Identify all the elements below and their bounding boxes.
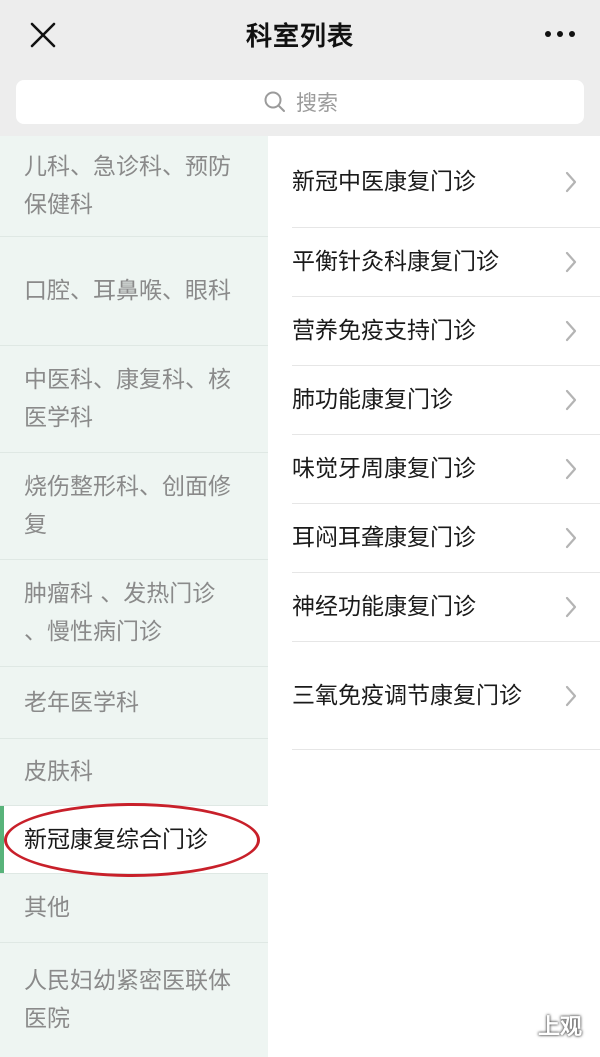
- list-item[interactable]: 三氧免疫调节康复门诊: [292, 642, 600, 750]
- chevron-right-icon: [565, 389, 577, 411]
- watermark: 上观: [502, 1009, 582, 1041]
- list-item[interactable]: 味觉牙周康复门诊: [292, 435, 600, 504]
- sidebar-item-ent[interactable]: 口腔、耳鼻喉、眼科: [0, 237, 268, 346]
- sidebar-item-dermatology[interactable]: 皮肤科: [0, 739, 268, 806]
- search-placeholder: 搜索: [296, 91, 338, 115]
- more-dots-icon[interactable]: [542, 22, 578, 46]
- list-item-label: 神经功能康复门诊: [292, 594, 476, 620]
- list-item[interactable]: 神经功能康复门诊: [292, 573, 600, 642]
- search-icon: [264, 91, 285, 112]
- sidebar-item-label: 新冠康复综合门诊: [24, 826, 208, 853]
- sidebar-item-label: 儿科、急诊科、预防保健科: [24, 154, 231, 218]
- search-input[interactable]: 搜索: [16, 80, 584, 124]
- sidebar-item-geriatrics[interactable]: 老年医学科: [0, 667, 268, 739]
- page-title: 科室列表: [245, 21, 354, 52]
- chevron-right-icon: [565, 458, 577, 480]
- list-item[interactable]: 平衡针灸科康复门诊: [292, 228, 600, 297]
- list-item[interactable]: 新冠中医康复门诊: [292, 136, 600, 228]
- department-sidebar: 儿科、急诊科、预防保健科 口腔、耳鼻喉、眼科 中医科、康复科、核医学科 烧伤整形…: [0, 136, 268, 1057]
- sidebar-item-label: 肿瘤科 、发热门诊 、慢性病门诊: [24, 581, 216, 645]
- sidebar-item-label: 烧伤整形科、创面修复: [24, 474, 231, 538]
- list-item[interactable]: 肺功能康复门诊: [292, 366, 600, 435]
- list-item-label: 新冠中医康复门诊: [292, 168, 476, 195]
- sidebar-item-pediatrics[interactable]: 儿科、急诊科、预防保健科: [0, 136, 268, 237]
- sidebar-item-label: 其他: [24, 895, 70, 921]
- list-item-label: 肺功能康复门诊: [292, 387, 453, 413]
- list-item[interactable]: 耳闷耳聋康复门诊: [292, 504, 600, 573]
- chevron-right-icon: [565, 171, 577, 192]
- sidebar-item-covid-rehab[interactable]: 新冠康复综合门诊: [0, 806, 268, 874]
- wave-logo-icon: [502, 1021, 532, 1035]
- chevron-right-icon: [565, 320, 577, 342]
- chevron-right-icon: [565, 596, 577, 618]
- nav-bar: 科室列表: [0, 0, 600, 68]
- list-item-label: 三氧免疫调节康复门诊: [292, 682, 522, 709]
- search-bar: 搜索: [0, 68, 600, 136]
- chevron-right-icon: [565, 527, 577, 549]
- close-icon[interactable]: [26, 18, 60, 52]
- sidebar-item-burns[interactable]: 烧伤整形科、创面修复: [0, 453, 268, 560]
- sidebar-item-maternal-alliance[interactable]: 人民妇幼紧密医联体医院: [0, 943, 268, 1057]
- sidebar-item-label: 中医科、康复科、核医学科: [24, 367, 231, 431]
- chevron-right-icon: [565, 685, 577, 706]
- sidebar-item-oncology[interactable]: 肿瘤科 、发热门诊 、慢性病门诊: [0, 560, 268, 667]
- sidebar-item-other[interactable]: 其他: [0, 874, 268, 943]
- list-item-label: 营养免疫支持门诊: [292, 318, 476, 344]
- list-item[interactable]: 营养免疫支持门诊: [292, 297, 600, 366]
- list-item-label: 耳闷耳聋康复门诊: [292, 525, 476, 551]
- sidebar-item-label: 老年医学科: [24, 689, 139, 716]
- list-item-label: 味觉牙周康复门诊: [292, 456, 476, 482]
- clinic-list: 新冠中医康复门诊 平衡针灸科康复门诊 营养免疫支持门诊 肺功能康复门诊 味觉牙周…: [268, 136, 600, 1057]
- list-item-label: 平衡针灸科康复门诊: [292, 249, 499, 275]
- sidebar-item-label: 皮肤科: [24, 759, 93, 785]
- sidebar-item-label: 人民妇幼紧密医联体医院: [24, 968, 231, 1032]
- chevron-right-icon: [565, 251, 577, 273]
- sidebar-item-tcm[interactable]: 中医科、康复科、核医学科: [0, 346, 268, 453]
- sidebar-item-label: 口腔、耳鼻喉、眼科: [24, 278, 231, 304]
- watermark-text: 上观: [537, 1015, 582, 1040]
